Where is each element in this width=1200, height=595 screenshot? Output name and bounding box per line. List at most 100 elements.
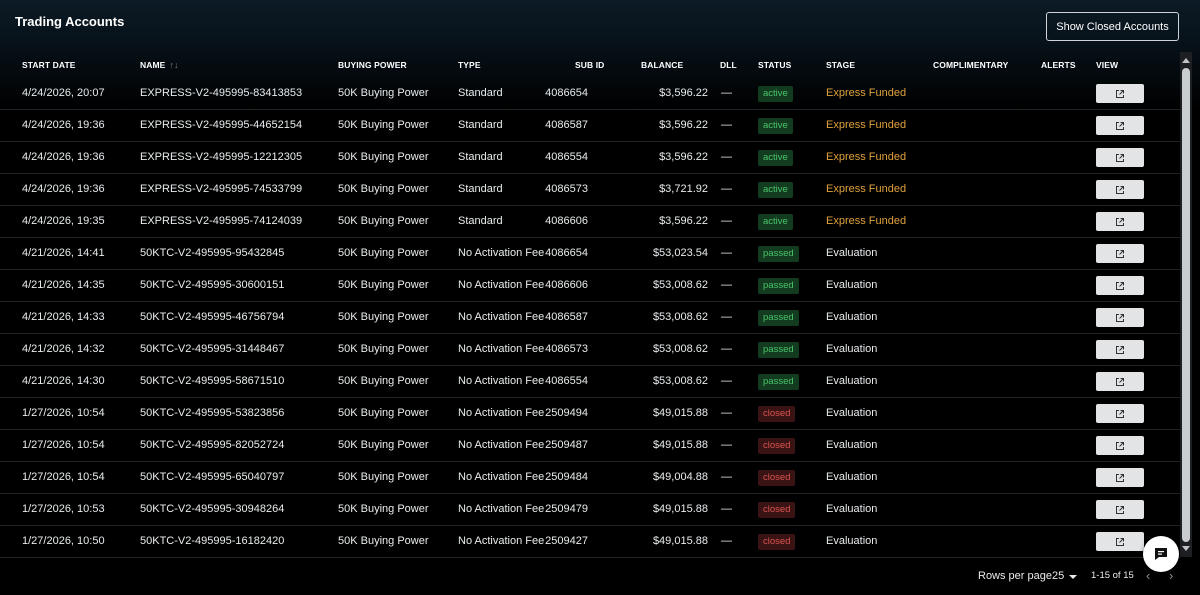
view-account-button[interactable]: [1096, 404, 1144, 423]
cell-stage: Evaluation: [826, 471, 878, 483]
status-badge: active: [758, 86, 793, 102]
cell-account-name: 50KTC-V2-495995-82052724: [140, 439, 285, 451]
cell-sub-id: 4086606: [545, 279, 588, 291]
header-complimentary[interactable]: COMPLIMENTARY: [933, 60, 1008, 70]
cell-start-date: 1/27/2026, 10:54: [22, 407, 105, 419]
status-badge: closed: [758, 470, 796, 486]
view-account-button[interactable]: [1096, 340, 1144, 359]
view-account-button[interactable]: [1096, 532, 1144, 551]
rows-per-page-select[interactable]: 25: [1052, 570, 1064, 582]
cell-buying-power: 50K Buying Power: [338, 215, 429, 227]
caret-down-icon[interactable]: [1069, 575, 1077, 579]
view-account-button[interactable]: [1096, 212, 1144, 231]
cell-balance: $49,015.88: [652, 503, 708, 515]
table-row[interactable]: 4/24/2026, 19:35 EXPRESS-V2-495995-741240…: [0, 206, 1180, 238]
table-row[interactable]: 1/27/2026, 10:54 50KTC-V2-495995-82052724…: [0, 430, 1180, 462]
sort-icon[interactable]: ↑↓: [169, 60, 178, 70]
external-link-icon: [1116, 121, 1124, 130]
view-account-button[interactable]: [1096, 148, 1144, 167]
view-account-button[interactable]: [1096, 308, 1144, 327]
cell-start-date: 4/21/2026, 14:35: [22, 279, 105, 291]
view-account-button[interactable]: [1096, 244, 1144, 263]
table-row[interactable]: 4/24/2026, 19:36 EXPRESS-V2-495995-745337…: [0, 174, 1180, 206]
header-stage[interactable]: STAGE: [826, 60, 855, 70]
cell-sub-id: 4086606: [545, 215, 588, 227]
cell-start-date: 4/21/2026, 14:32: [22, 343, 105, 355]
header-dll[interactable]: DLL: [720, 60, 737, 70]
cell-sub-id: 4086654: [545, 87, 588, 99]
external-link-icon: [1116, 473, 1124, 482]
cell-dll: —: [721, 343, 732, 355]
table-row[interactable]: 1/27/2026, 10:50 50KTC-V2-495995-16182420…: [0, 526, 1180, 558]
view-account-button[interactable]: [1096, 500, 1144, 519]
view-account-button[interactable]: [1096, 436, 1144, 455]
cell-account-name: EXPRESS-V2-495995-83413853: [140, 87, 303, 99]
table-row[interactable]: 1/27/2026, 10:54 50KTC-V2-495995-53823856…: [0, 398, 1180, 430]
chevron-left-icon[interactable]: ‹: [1146, 569, 1150, 582]
cell-balance: $49,015.88: [652, 439, 708, 451]
table-row[interactable]: 4/21/2026, 14:35 50KTC-V2-495995-30600151…: [0, 270, 1180, 302]
cell-balance: $3,596.22: [659, 87, 708, 99]
external-link-icon: [1116, 345, 1124, 354]
cell-type: No Activation Fee: [458, 407, 545, 419]
scroll-down-icon[interactable]: [1182, 546, 1190, 551]
table-row[interactable]: 4/21/2026, 14:33 50KTC-V2-495995-46756794…: [0, 302, 1180, 334]
cell-type: No Activation Fee: [458, 503, 545, 515]
header-status[interactable]: STATUS: [758, 60, 791, 70]
cell-type: No Activation Fee: [458, 439, 545, 451]
table-row[interactable]: 4/21/2026, 14:41 50KTC-V2-495995-95432845…: [0, 238, 1180, 270]
status-badge: active: [758, 118, 793, 134]
cell-type: Standard: [458, 119, 503, 131]
view-account-button[interactable]: [1096, 372, 1144, 391]
cell-dll: —: [721, 535, 732, 547]
header-type[interactable]: TYPE: [458, 60, 481, 70]
header-start-date[interactable]: START DATE: [22, 60, 76, 70]
header-sub-id[interactable]: SUB ID: [575, 60, 604, 70]
cell-stage: Express Funded: [826, 87, 907, 99]
chat-button[interactable]: [1143, 536, 1179, 572]
table-row[interactable]: 1/27/2026, 10:53 50KTC-V2-495995-30948264…: [0, 494, 1180, 526]
cell-sub-id: 4086587: [545, 119, 588, 131]
cell-sub-id: 4086587: [545, 311, 588, 323]
cell-account-name: 50KTC-V2-495995-65040797: [140, 471, 285, 483]
external-link-icon: [1116, 89, 1124, 98]
table-row[interactable]: 1/27/2026, 10:54 50KTC-V2-495995-65040797…: [0, 462, 1180, 494]
status-badge: passed: [758, 246, 799, 262]
table-row[interactable]: 4/24/2026, 19:36 EXPRESS-V2-495995-122123…: [0, 142, 1180, 174]
view-account-button[interactable]: [1096, 468, 1144, 487]
status-badge: passed: [758, 374, 799, 390]
header-name[interactable]: NAME ↑↓: [140, 60, 179, 70]
vertical-scrollbar[interactable]: [1180, 52, 1192, 557]
cell-dll: —: [721, 375, 732, 387]
cell-stage: Evaluation: [826, 375, 878, 387]
header-balance[interactable]: BALANCE: [641, 60, 683, 70]
cell-stage: Evaluation: [826, 407, 878, 419]
cell-balance: $53,008.62: [652, 375, 708, 387]
view-account-button[interactable]: [1096, 180, 1144, 199]
chevron-right-icon[interactable]: ›: [1169, 569, 1173, 582]
table-row[interactable]: 4/21/2026, 14:32 50KTC-V2-495995-31448467…: [0, 334, 1180, 366]
header-buying-power[interactable]: BUYING POWER: [338, 60, 407, 70]
scroll-up-icon[interactable]: [1182, 58, 1190, 63]
cell-sub-id: 2509427: [545, 535, 588, 547]
table-row[interactable]: 4/21/2026, 14:30 50KTC-V2-495995-58671510…: [0, 366, 1180, 398]
view-account-button[interactable]: [1096, 116, 1144, 135]
scrollbar-thumb[interactable]: [1182, 68, 1190, 542]
view-account-button[interactable]: [1096, 84, 1144, 103]
status-badge: closed: [758, 502, 796, 518]
external-link-icon: [1116, 505, 1124, 514]
view-account-button[interactable]: [1096, 276, 1144, 295]
header-alerts[interactable]: ALERTS: [1041, 60, 1076, 70]
cell-sub-id: 2509487: [545, 439, 588, 451]
show-closed-accounts-button[interactable]: Show Closed Accounts: [1046, 12, 1179, 41]
cell-account-name: EXPRESS-V2-495995-74533799: [140, 183, 303, 195]
cell-type: Standard: [458, 183, 503, 195]
table-row[interactable]: 4/24/2026, 20:07 EXPRESS-V2-495995-834138…: [0, 78, 1180, 110]
status-badge: closed: [758, 534, 796, 550]
cell-balance: $53,023.54: [652, 247, 708, 259]
cell-buying-power: 50K Buying Power: [338, 151, 429, 163]
cell-stage: Express Funded: [826, 119, 907, 131]
cell-sub-id: 4086554: [545, 375, 588, 387]
status-badge: active: [758, 214, 793, 230]
table-row[interactable]: 4/24/2026, 19:36 EXPRESS-V2-495995-446521…: [0, 110, 1180, 142]
